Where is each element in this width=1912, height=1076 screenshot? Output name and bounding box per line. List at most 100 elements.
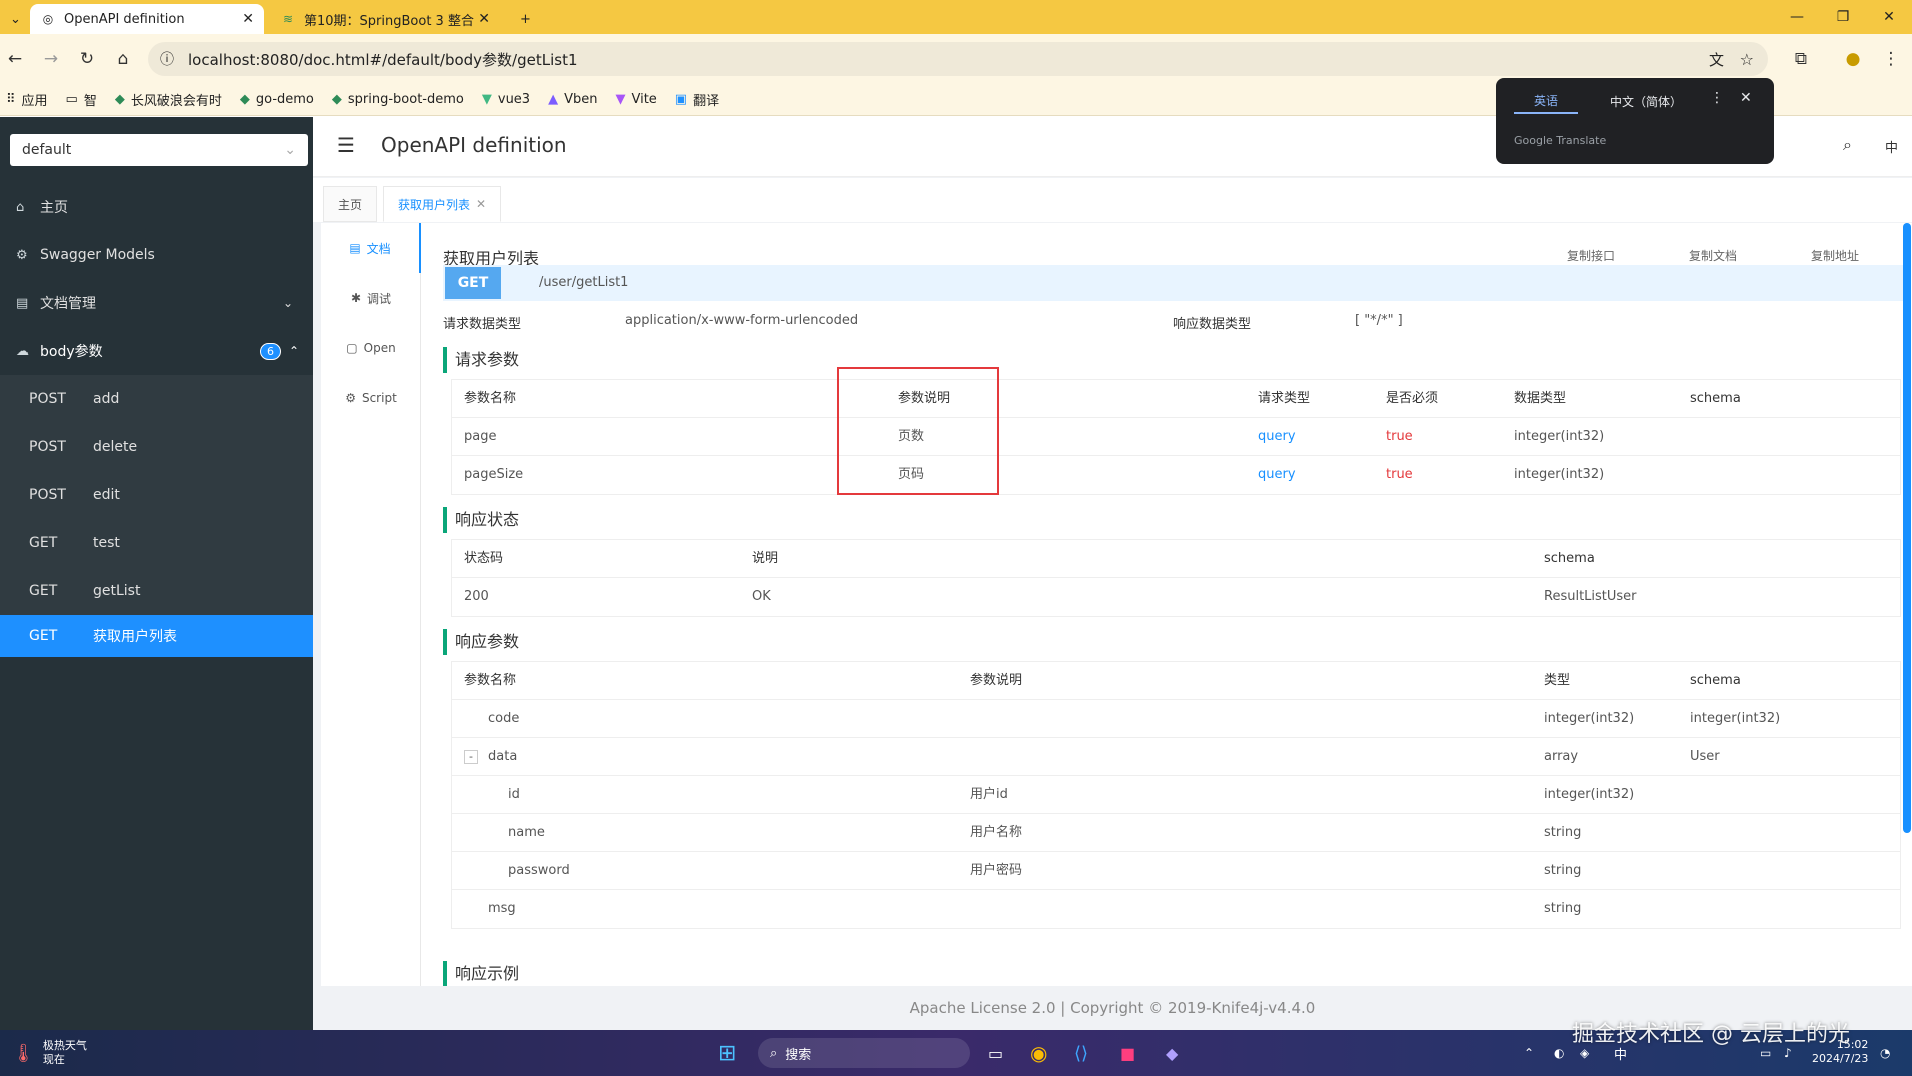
- table-row: code integer(int32) integer(int32): [452, 700, 1900, 738]
- vscode-icon[interactable]: ⟨⟩: [1074, 1038, 1088, 1068]
- tab-doc[interactable]: ▤ 文档: [321, 223, 421, 273]
- collapse-toggle[interactable]: -: [464, 750, 478, 764]
- sidebar-item-swagger-models[interactable]: ⚙ Swagger Models: [0, 231, 313, 279]
- file-icon: ▢: [346, 341, 358, 355]
- resp-type-value: [ "*/*" ]: [1355, 313, 1403, 328]
- browser-tab-active[interactable]: ◎ OpenAPI definition ✕: [30, 4, 264, 34]
- address-bar[interactable]: ⓘ localhost:8080/doc.html#/default/body参…: [148, 42, 1768, 76]
- translate-app-icon: ▣: [674, 92, 688, 107]
- sidebar-item-body-params[interactable]: ☁ body参数 6 ⌃: [0, 327, 313, 375]
- request-params-table: 参数名称 参数说明 请求类型 是否必须 数据类型 schema page 页数 …: [451, 379, 1901, 495]
- home-icon[interactable]: ⌂: [108, 34, 138, 84]
- bookmark[interactable]: ◆ 长风破浪会有时: [115, 90, 222, 109]
- close-icon[interactable]: ✕: [478, 11, 490, 27]
- tab-home[interactable]: 主页: [323, 186, 378, 222]
- bookmark[interactable]: ⠿ 应用: [6, 90, 48, 109]
- chrome-icon[interactable]: ◉: [1030, 1038, 1047, 1068]
- profile-icon[interactable]: ●: [1838, 34, 1868, 84]
- vue-icon: ▼: [481, 92, 492, 107]
- bookmark[interactable]: ◆ go-demo: [240, 92, 314, 107]
- sidebar-item-doc-manage[interactable]: ▤ 文档管理 ⌄: [0, 279, 313, 327]
- tab-list-button[interactable]: ⌄: [0, 4, 30, 34]
- bookmark[interactable]: ▣ 翻译: [675, 90, 719, 109]
- close-icon[interactable]: ✕: [1740, 90, 1752, 106]
- menu-icon[interactable]: ⋮: [1876, 34, 1906, 84]
- bookmark[interactable]: ◆ spring-boot-demo: [332, 92, 464, 107]
- tray-icon[interactable]: ◐: [1554, 1038, 1564, 1068]
- translate-source-tab[interactable]: 英语: [1514, 88, 1578, 114]
- api-item[interactable]: GET test: [0, 519, 313, 567]
- scrollbar[interactable]: [1903, 223, 1911, 833]
- taskbar-search[interactable]: ⌕ 搜索: [758, 1038, 970, 1068]
- more-icon[interactable]: ⋮: [1710, 90, 1724, 106]
- group-select[interactable]: default ⌄: [10, 134, 308, 166]
- api-item[interactable]: GET getList: [0, 567, 313, 615]
- site-info-icon[interactable]: ⓘ: [160, 49, 174, 69]
- translate-target-tab[interactable]: 中文（简体）: [1588, 88, 1704, 114]
- doc-icon: ▤: [16, 295, 29, 311]
- sidebar-item-home[interactable]: ⌂ 主页: [0, 183, 313, 231]
- close-icon[interactable]: ✕: [476, 197, 486, 211]
- chevron-down-icon: ⌄: [282, 296, 293, 310]
- watermark: 掘金技术社区 @ 云层上的光: [1572, 1022, 1850, 1047]
- weather-widget[interactable]: 🌡 极热天气 现在: [12, 1038, 87, 1068]
- table-row: pageSize 页码 query true integer(int32): [464, 467, 1605, 482]
- section-response-status: 响应状态: [443, 507, 519, 533]
- table-row: name 用户名称 string: [452, 814, 1900, 852]
- google-translate-logo: Google Translate: [1514, 134, 1607, 147]
- gear-icon: ⚙: [345, 391, 356, 405]
- menu-toggle-icon[interactable]: ☰: [337, 133, 355, 157]
- highlight-box: [837, 367, 999, 495]
- apps-icon: ⠿: [6, 92, 16, 107]
- tab-title: OpenAPI definition: [64, 11, 185, 27]
- bookmark[interactable]: ▼ vue3: [482, 92, 530, 107]
- translate-icon[interactable]: 文: [1709, 49, 1724, 70]
- table-row: id 用户id integer(int32): [452, 776, 1900, 814]
- table-header: 状态码 说明 schema: [452, 540, 1900, 578]
- start-icon[interactable]: ⊞: [718, 1038, 736, 1068]
- restore-icon[interactable]: ❐: [1820, 0, 1866, 34]
- close-window-icon[interactable]: ✕: [1866, 0, 1912, 34]
- forward-icon[interactable]: →: [36, 34, 66, 84]
- globe-icon: ◎: [42, 12, 54, 26]
- gear-icon: ⚙: [16, 247, 28, 263]
- vben-icon: ▲: [548, 92, 559, 107]
- api-item-active[interactable]: GET 获取用户列表: [0, 615, 313, 657]
- new-tab-button[interactable]: +: [510, 4, 540, 34]
- tray-chevron-up-icon[interactable]: ⌃: [1524, 1038, 1534, 1068]
- terminal-icon[interactable]: ▭: [988, 1038, 1003, 1068]
- tab-debug[interactable]: ✱ 调试: [321, 273, 421, 323]
- tab-get-user-list[interactable]: 获取用户列表 ✕: [383, 186, 502, 222]
- browser-tab[interactable]: ≋ 第10期：SpringBoot 3 整合... ✕: [270, 4, 500, 34]
- page-tabs: 主页 获取用户列表 ✕: [313, 178, 1912, 222]
- language-toggle[interactable]: 中: [1885, 137, 1898, 156]
- api-item[interactable]: POST delete: [0, 423, 313, 471]
- reload-icon[interactable]: ↻: [72, 34, 102, 84]
- leaf-icon: ◆: [239, 92, 250, 107]
- table-row: 200 OK ResultListUser: [464, 589, 1637, 604]
- copy-doc-button[interactable]: 复制文档: [1689, 247, 1737, 264]
- back-icon[interactable]: ←: [0, 34, 30, 84]
- vite-icon: ▼: [615, 92, 626, 107]
- api-item[interactable]: POST edit: [0, 471, 313, 519]
- notification-icon[interactable]: ◔: [1880, 1038, 1890, 1068]
- minimize-icon[interactable]: —: [1774, 0, 1820, 34]
- plus-icon: +: [520, 11, 531, 27]
- bookmark[interactable]: ▭ 智: [66, 90, 97, 109]
- tab-open[interactable]: ▢ Open: [321, 323, 421, 373]
- copy-url-button[interactable]: 复制地址: [1811, 247, 1859, 264]
- bookmark[interactable]: ▼ Vite: [615, 92, 656, 107]
- sidebar: default ⌄ ⌂ 主页 ⚙ Swagger Models ▤ 文档管理 ⌄ ☁ bo…: [0, 117, 313, 1030]
- copy-api-button[interactable]: 复制接口: [1567, 247, 1615, 264]
- doc-view: 获取用户列表 复制接口 复制文档 复制地址 GET /user/getList1…: [421, 223, 1912, 986]
- search-icon[interactable]: ⌕: [1843, 135, 1852, 155]
- star-icon[interactable]: ☆: [1740, 50, 1754, 69]
- app-icon[interactable]: ◆: [1166, 1038, 1178, 1068]
- intellij-icon[interactable]: ■: [1120, 1038, 1135, 1068]
- extensions-icon[interactable]: ⧉: [1786, 34, 1816, 84]
- api-item[interactable]: POST add: [0, 375, 313, 423]
- close-icon[interactable]: ✕: [242, 11, 254, 27]
- page-title: OpenAPI definition: [381, 133, 567, 157]
- bookmark[interactable]: ▲ Vben: [548, 92, 597, 107]
- tab-script[interactable]: ⚙ Script: [321, 373, 421, 423]
